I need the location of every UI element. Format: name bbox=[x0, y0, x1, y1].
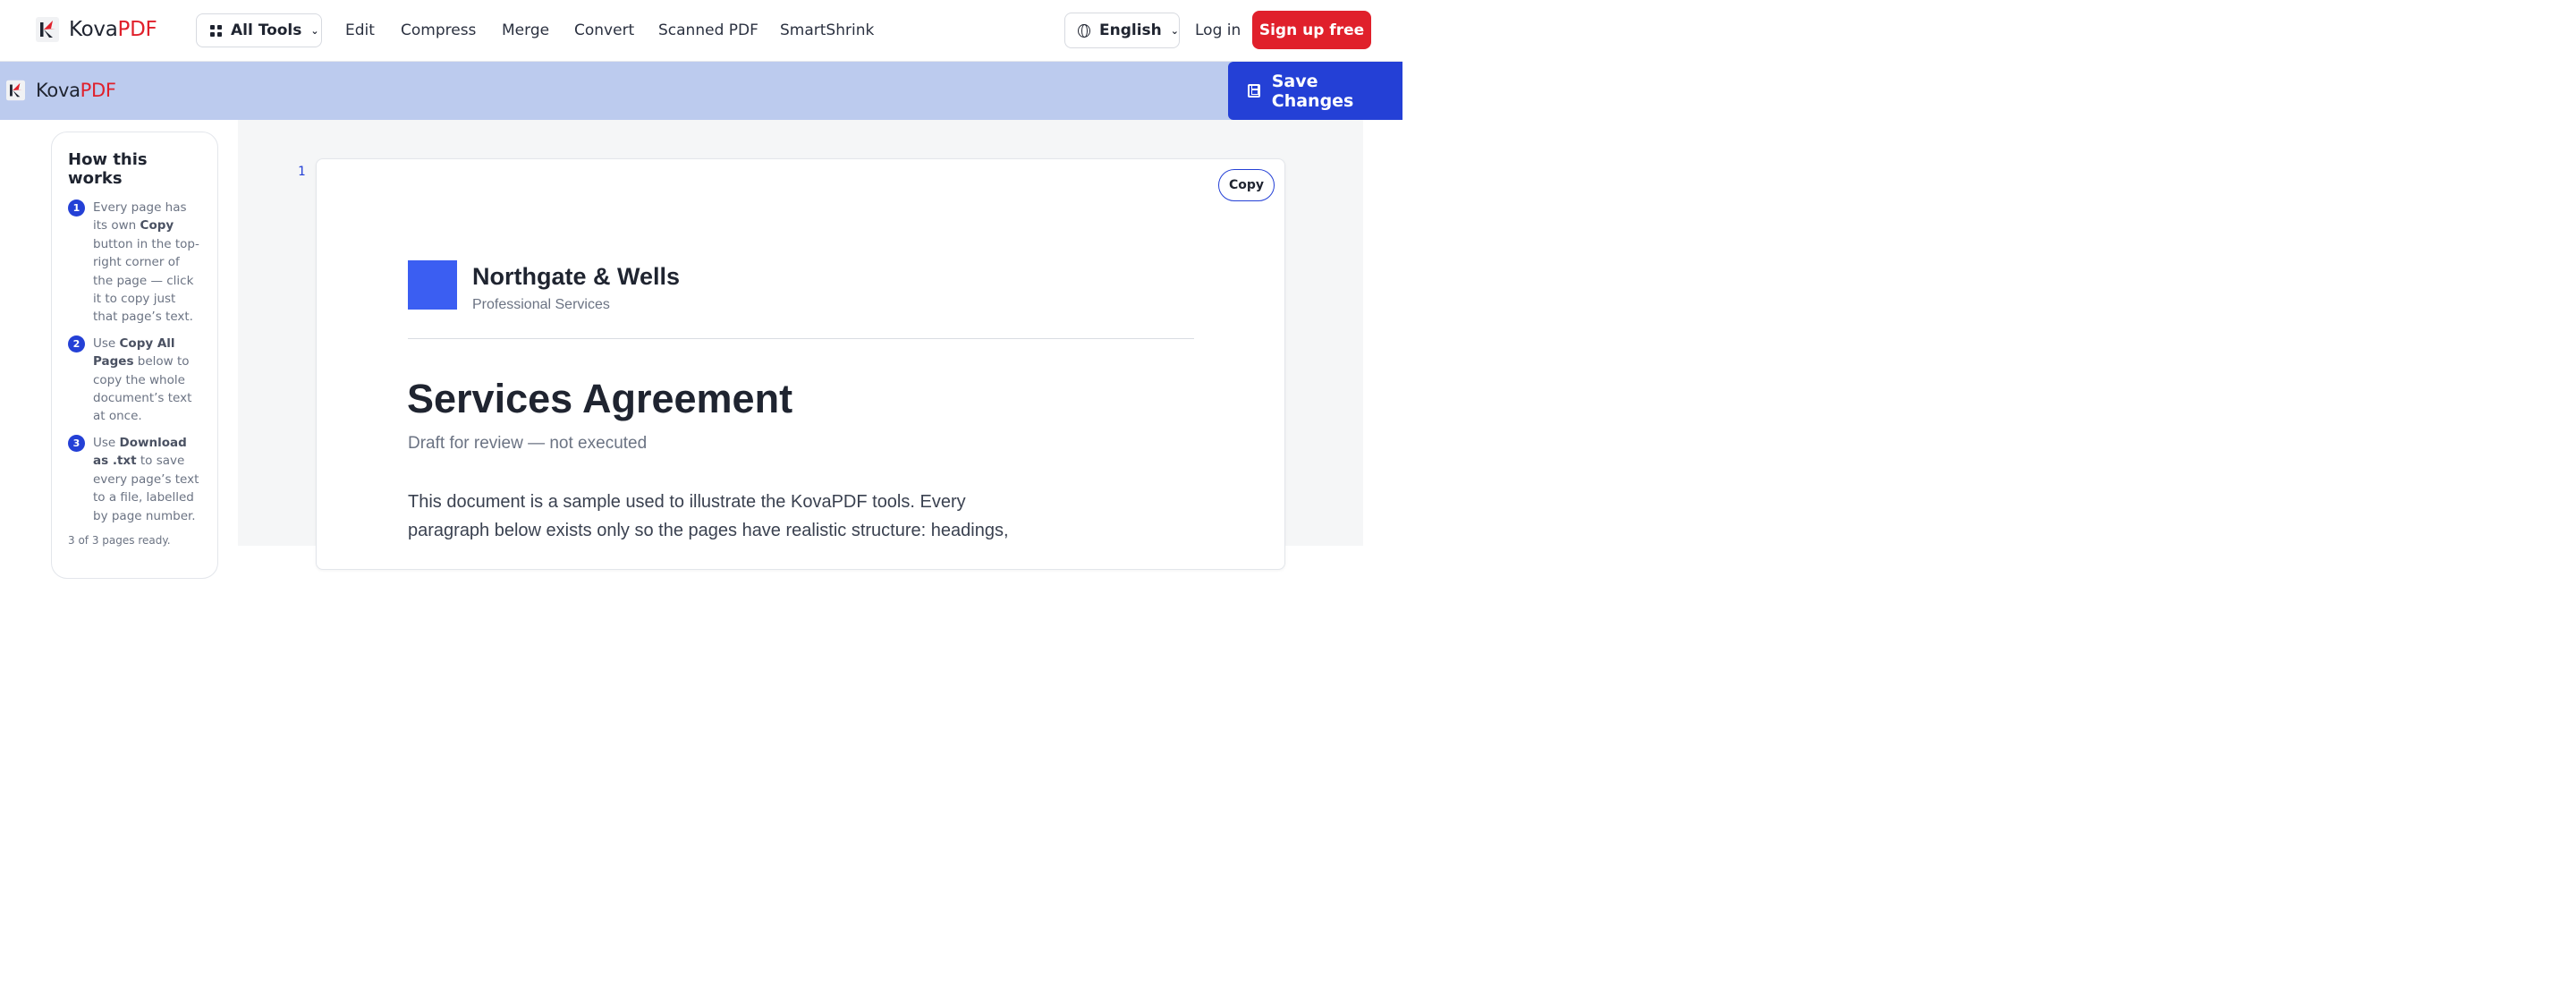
signup-button[interactable]: Sign up free bbox=[1252, 11, 1371, 49]
document-subtitle: Draft for review — not executed bbox=[408, 434, 648, 453]
company-tagline: Professional Services bbox=[472, 297, 610, 312]
save-changes-label: Save Changes bbox=[1271, 71, 1354, 111]
editor-toolbar: KovaPDF Save Changes bbox=[0, 62, 1402, 120]
nav-link-smartshrink[interactable]: SmartShrink bbox=[780, 21, 874, 39]
right-gutter bbox=[1363, 120, 1402, 546]
nav-link-compress[interactable]: Compress bbox=[401, 21, 476, 39]
page-divider bbox=[408, 338, 1194, 339]
step-text: Every page has its own Copy button in th… bbox=[93, 199, 203, 327]
all-tools-button[interactable]: All Tools ⌄ bbox=[196, 13, 322, 47]
how-this-works-panel: How this works 1 Every page has its own … bbox=[51, 132, 218, 579]
pages-ready-status: 3 of 3 pages ready. bbox=[68, 533, 171, 547]
step-text-pre: Use bbox=[93, 335, 120, 351]
copy-page-button[interactable]: Copy bbox=[1218, 169, 1275, 201]
editor-brand-name: KovaPDF bbox=[36, 80, 116, 101]
brand-name-accent: PDF bbox=[117, 18, 157, 41]
howto-step: 1 Every page has its own Copy button in … bbox=[68, 199, 203, 327]
step-text-post: button in the top-right corner of the pa… bbox=[93, 236, 199, 325]
kovapdf-logo-icon bbox=[6, 80, 25, 101]
how-this-works-title: How this works bbox=[68, 150, 148, 188]
document-body-text: This document is a sample used to illust… bbox=[408, 492, 1009, 540]
save-changes-button[interactable]: Save Changes bbox=[1228, 62, 1402, 120]
company-logo-square bbox=[408, 260, 457, 310]
company-name: Northgate & Wells bbox=[472, 263, 681, 290]
step-number-badge: 3 bbox=[68, 434, 85, 452]
nav-link-merge[interactable]: Merge bbox=[502, 21, 549, 39]
language-label: English bbox=[1099, 21, 1162, 39]
step-number-badge: 1 bbox=[68, 200, 85, 217]
step-text-bold: Copy bbox=[140, 218, 174, 234]
editor-brand-main: Kova bbox=[36, 80, 80, 101]
editor-brand-logo[interactable]: KovaPDF bbox=[6, 80, 116, 101]
nav-link-convert[interactable]: Convert bbox=[574, 21, 634, 39]
step-text: Use Copy All Pages below to copy the who… bbox=[93, 335, 203, 426]
step-number-badge: 2 bbox=[68, 335, 85, 352]
chevron-down-icon: ⌄ bbox=[310, 24, 319, 37]
editor-brand-accent: PDF bbox=[80, 80, 116, 101]
page-number-label: 1 bbox=[298, 165, 306, 179]
step-text-pre: Use bbox=[93, 435, 120, 450]
document-title: Services Agreement bbox=[407, 376, 793, 421]
howto-step: 3 Use Download as .txt to save every pag… bbox=[68, 434, 203, 525]
all-tools-label: All Tools bbox=[231, 21, 302, 39]
save-icon bbox=[1248, 84, 1260, 98]
brand-name: KovaPDF bbox=[69, 18, 157, 41]
grid-icon bbox=[210, 24, 222, 37]
login-link[interactable]: Log in bbox=[1195, 21, 1241, 39]
brand-logo[interactable]: KovaPDF bbox=[36, 17, 157, 42]
nav-link-scanned-pdf[interactable]: Scanned PDF bbox=[658, 21, 758, 39]
language-select[interactable]: English ⌄ bbox=[1064, 13, 1180, 48]
howto-step: 2 Use Copy All Pages below to copy the w… bbox=[68, 335, 203, 426]
chevron-down-icon: ⌄ bbox=[1170, 24, 1179, 37]
top-navigation: KovaPDF All Tools ⌄ Edit Compress Merge … bbox=[0, 0, 1402, 62]
kovapdf-logo-icon bbox=[36, 17, 59, 42]
step-text: Use Download as .txt to save every page’… bbox=[93, 434, 203, 525]
nav-link-edit[interactable]: Edit bbox=[345, 21, 375, 39]
globe-icon bbox=[1078, 23, 1091, 38]
brand-name-main: Kova bbox=[69, 18, 118, 41]
